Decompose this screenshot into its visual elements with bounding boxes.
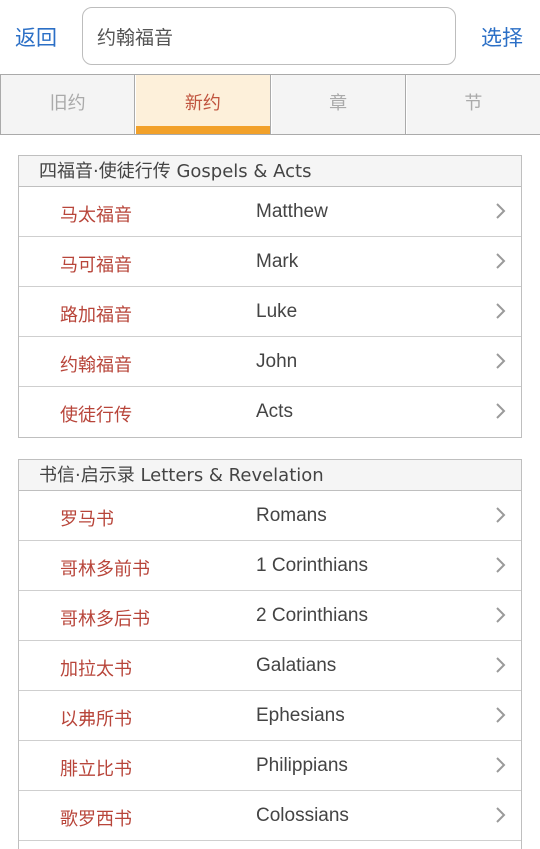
book-row-romans[interactable]: 罗马书 Romans	[19, 491, 521, 541]
book-row-galatians[interactable]: 加拉太书 Galatians	[19, 641, 521, 691]
book-name-en: Ephesians	[256, 705, 345, 726]
book-name-zh: 歌罗西书	[60, 809, 132, 830]
chevron-right-icon	[496, 303, 506, 319]
book-row-colossians[interactable]: 歌罗西书 Colossians	[19, 791, 521, 841]
section-title: 四福音·使徒行传 Gospels & Acts	[19, 156, 521, 187]
book-row-philippians[interactable]: 腓立比书 Philippians	[19, 741, 521, 791]
chevron-right-icon	[496, 507, 506, 523]
search-box[interactable]	[82, 7, 456, 65]
chevron-right-icon	[496, 757, 506, 773]
chevron-right-icon	[496, 657, 506, 673]
chevron-right-icon	[496, 203, 506, 219]
book-name-zh: 路加福音	[60, 305, 132, 326]
book-name-en: Galatians	[256, 655, 337, 676]
tab-new-testament[interactable]: 新约	[135, 75, 271, 134]
chevron-right-icon	[496, 807, 506, 823]
book-name-en: Acts	[256, 401, 293, 422]
book-name-en: Romans	[256, 505, 327, 526]
tab-label: 章	[329, 92, 348, 114]
book-row-john[interactable]: 约翰福音 John	[19, 337, 521, 387]
chevron-right-icon	[496, 557, 506, 573]
chevron-right-icon	[496, 253, 506, 269]
tab-chapter[interactable]: 章	[270, 75, 406, 134]
book-name-zh: 马可福音	[60, 255, 132, 276]
chevron-right-icon	[496, 403, 506, 419]
top-bar: 返回 选择	[0, 0, 540, 74]
book-name-zh: 哥林多后书	[60, 609, 150, 630]
section-letters-revelation: 书信·启示录 Letters & Revelation 罗马书 Romans 哥…	[18, 459, 522, 849]
book-name-en: 1 Corinthians	[256, 555, 368, 576]
book-name-en: Philippians	[256, 755, 348, 776]
book-row-ephesians[interactable]: 以弗所书 Ephesians	[19, 691, 521, 741]
tab-label: 旧约	[49, 92, 86, 114]
search-input[interactable]	[97, 20, 437, 52]
book-row-acts[interactable]: 使徒行传 Acts	[19, 387, 521, 437]
book-row-luke[interactable]: 路加福音 Luke	[19, 287, 521, 337]
book-name-zh: 以弗所书	[60, 709, 132, 730]
tab-old-testament[interactable]: 旧约	[0, 75, 136, 134]
tab-label: 节	[464, 92, 483, 114]
book-row-2-corinthians[interactable]: 哥林多后书 2 Corinthians	[19, 591, 521, 641]
book-name-zh: 使徒行传	[60, 405, 132, 426]
testament-tabs: 旧约 新约 章 节	[0, 74, 540, 135]
section-gospels-acts: 四福音·使徒行传 Gospels & Acts 马太福音 Matthew 马可福…	[18, 155, 522, 438]
back-button[interactable]: 返回	[15, 22, 57, 52]
book-name-en: Matthew	[256, 201, 328, 222]
section-title: 书信·启示录 Letters & Revelation	[19, 460, 521, 491]
book-name-zh: 哥林多前书	[60, 559, 150, 580]
book-name-zh: 罗马书	[60, 509, 114, 530]
book-name-zh: 约翰福音	[60, 355, 132, 376]
book-name-zh: 腓立比书	[60, 759, 132, 780]
book-name-zh: 马太福音	[60, 205, 132, 226]
chevron-right-icon	[496, 353, 506, 369]
book-name-en: Luke	[256, 301, 298, 322]
chevron-right-icon	[496, 607, 506, 623]
book-row-1-corinthians[interactable]: 哥林多前书 1 Corinthians	[19, 541, 521, 591]
chevron-right-icon	[496, 707, 506, 723]
book-name-en: Colossians	[256, 805, 349, 826]
book-name-en: 2 Corinthians	[256, 605, 368, 626]
book-name-en: Mark	[256, 251, 299, 272]
tab-verse[interactable]: 节	[405, 75, 540, 134]
book-name-zh: 加拉太书	[60, 659, 132, 680]
book-row-matthew[interactable]: 马太福音 Matthew	[19, 187, 521, 237]
book-row-mark[interactable]: 马可福音 Mark	[19, 237, 521, 287]
book-name-en: John	[256, 351, 298, 372]
select-button[interactable]: 选择	[481, 22, 523, 52]
tab-label: 新约	[184, 92, 221, 114]
